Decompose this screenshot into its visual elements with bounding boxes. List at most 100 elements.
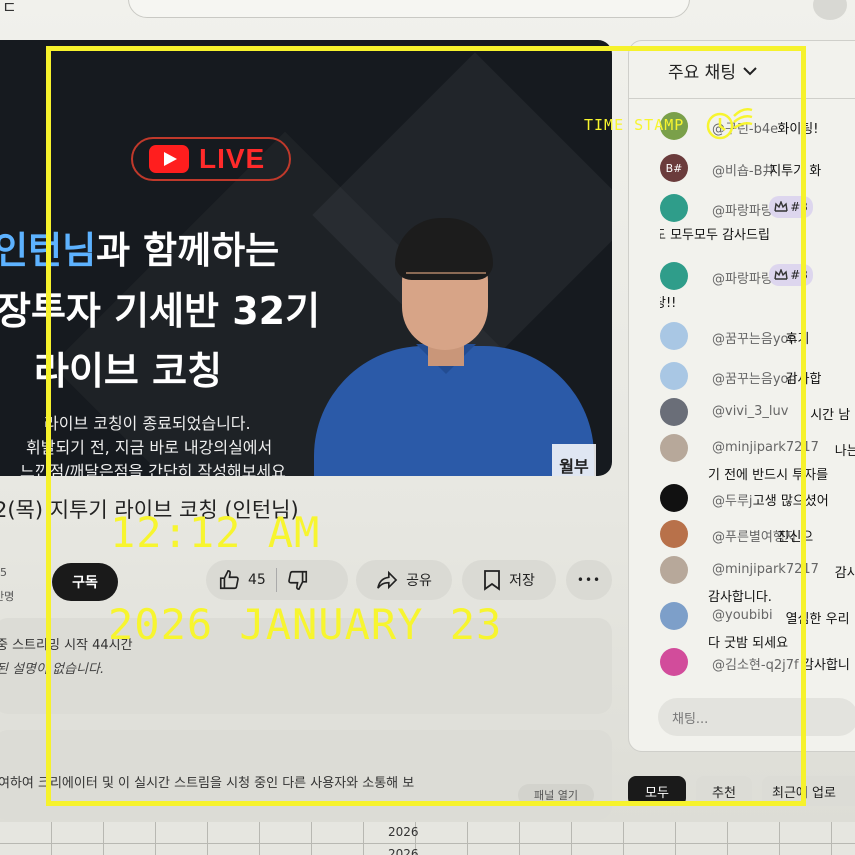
- share-button[interactable]: 공유: [356, 560, 452, 600]
- sheet-cell: 2026: [388, 825, 419, 839]
- chat-author[interactable]: @꿈꾸는음yon: [712, 368, 797, 387]
- thumbnail-subtitle-line1: 라이브 코칭이 종료되었습니다.: [44, 414, 251, 433]
- chat-avatar[interactable]: [660, 362, 688, 390]
- overlay-stamp-label: TIME STAMP: [584, 116, 685, 134]
- sheet-cell: 2026: [388, 847, 419, 855]
- chat-message: @minjipark7217 나는기 전에 반드시 투자를: [660, 434, 855, 486]
- chat-message: @파랑파랑8#3당!!: [660, 262, 855, 314]
- bookmark-icon: [484, 570, 501, 591]
- crown-icon: [774, 269, 788, 280]
- spreadsheet-strip: [0, 822, 855, 855]
- chat-info-text: 여하여 크리에이터 및 이 실시간 스트림을 시청 중인 다른 사용자와 소통해…: [0, 776, 415, 791]
- live-badge: LIVE: [131, 137, 291, 181]
- chat-author[interactable]: @김소현-q2j7f: [712, 654, 799, 673]
- chat-avatar[interactable]: [660, 194, 688, 222]
- youtube-logo-icon: [149, 145, 189, 173]
- chat-text: 고생 많으셨어: [752, 494, 829, 509]
- chat-text: 열심한 우리: [785, 612, 850, 627]
- chat-avatar[interactable]: B#: [660, 154, 688, 182]
- chat-author[interactable]: @꿈꾸는음yon: [712, 328, 797, 347]
- chat-text-continued: 당!!: [660, 296, 677, 311]
- channel-name[interactable]: 5: [0, 566, 7, 579]
- chat-text: 진신으: [777, 530, 814, 545]
- chat-author[interactable]: @minjipark7217: [712, 562, 819, 577]
- chat-avatar[interactable]: [660, 434, 688, 462]
- subscribe-button[interactable]: 구독: [52, 563, 118, 601]
- app-glyph: ㄷ: [2, 0, 17, 17]
- save-button[interactable]: 저장: [462, 560, 556, 600]
- chat-avatar[interactable]: [660, 602, 688, 630]
- like-divider: [275, 568, 277, 592]
- chat-message: @김소현-q2j7f 감사합니: [660, 648, 855, 700]
- filter-chip-all[interactable]: 모두: [628, 776, 686, 806]
- thumbnail-title-line3: 라이브 코칭: [34, 349, 223, 393]
- member-badge: #3: [769, 196, 813, 218]
- chat-author[interactable]: @minjipark7217: [712, 440, 819, 455]
- save-label: 저장: [509, 573, 535, 589]
- live-label: LIVE: [199, 143, 266, 174]
- chat-text: 감사: [834, 566, 855, 581]
- chat-avatar[interactable]: [660, 648, 688, 676]
- clock-icon: [706, 108, 753, 140]
- chat-text: 시간 남: [810, 408, 851, 423]
- thumbnail-subtitle-line3: 느낀점/깨달은점을 간단히 작성해보세요: [20, 462, 286, 476]
- chat-avatar[interactable]: [660, 262, 688, 290]
- like-count: 45: [248, 572, 266, 588]
- presenter-image: [280, 216, 610, 476]
- open-panel-button[interactable]: 패널 열기: [518, 784, 594, 806]
- thumbnail-title-highlight: 인턴님: [0, 229, 97, 272]
- channel-watermark: 월부: [552, 444, 596, 476]
- chat-divider: [628, 98, 855, 99]
- crown-icon: [774, 201, 788, 212]
- chat-text: 후기: [785, 332, 810, 347]
- share-label: 공유: [406, 573, 432, 589]
- chat-avatar[interactable]: [660, 484, 688, 512]
- chat-header-label: 주요 채팅: [668, 63, 736, 83]
- share-icon: [377, 570, 398, 590]
- thumbnail-title-line2: 장투자 기세반 32기: [0, 289, 321, 333]
- chat-text: 나는: [834, 444, 855, 459]
- more-icon: •••: [576, 573, 602, 587]
- chat-text: 감사합니: [802, 658, 850, 673]
- chat-author[interactable]: @두루j: [712, 490, 753, 509]
- chat-avatar[interactable]: [660, 556, 688, 584]
- chat-author[interactable]: @비숍-B井: [712, 160, 776, 179]
- thumbnail-title-rest: 과 함께하는: [96, 229, 280, 272]
- like-button[interactable]: 45: [206, 569, 266, 591]
- thumbnail-subtitle-line2: 휘발되기 전, 지금 바로 내강의실에서: [26, 438, 273, 457]
- chat-text-continued: 기 전에 반드시 투자를: [708, 468, 829, 483]
- chat-mode-selector[interactable]: 주요 채팅: [668, 58, 758, 83]
- chat-avatar[interactable]: [660, 322, 688, 350]
- chat-text: 지투기 화: [769, 164, 822, 179]
- chat-avatar[interactable]: [660, 520, 688, 548]
- member-badge-label: #3: [790, 200, 808, 214]
- chat-avatar[interactable]: [660, 398, 688, 426]
- dislike-button[interactable]: [287, 569, 309, 591]
- member-badge-label: #3: [790, 268, 808, 282]
- description-text: 된 설명이 없습니다.: [0, 662, 105, 677]
- filter-chip-latest[interactable]: 최근에 업로: [762, 776, 855, 806]
- account-avatar[interactable]: [813, 0, 847, 20]
- chat-text: 감사합: [785, 372, 822, 387]
- member-badge: #3: [769, 264, 813, 286]
- filter-chip-recommended[interactable]: 추천: [696, 776, 752, 806]
- subscriber-count: 만명: [0, 590, 15, 603]
- chevron-down-icon: [743, 66, 757, 75]
- chat-text: 화이팅!: [777, 122, 819, 137]
- thumbs-down-icon: [287, 570, 307, 590]
- search-bar[interactable]: [128, 0, 690, 18]
- chat-input[interactable]: 채팅...: [658, 698, 855, 736]
- chat-author[interactable]: @vivi_3_luv: [712, 404, 788, 419]
- overlay-date: 2026 JANUARY 23: [108, 600, 503, 649]
- thumbnail-title-line1: 인턴님과 함께하는: [0, 220, 279, 274]
- overlay-time: 12:12 AM: [110, 508, 321, 557]
- chat-message: @파랑파랑8 #3 도 모두모두 감사드립: [660, 194, 855, 246]
- more-actions-button[interactable]: •••: [566, 560, 612, 600]
- thumbs-up-icon: [219, 570, 239, 590]
- chat-message: @youbibi 열심한 우리 다 굿밤 되세요: [660, 602, 855, 654]
- chat-text-continued: 도 모두모두 감사드립: [660, 228, 770, 243]
- video-player[interactable]: LIVE 인턴님과 함께하는 장투자 기세반 32기 라이브 코칭 라이브 코칭…: [0, 40, 612, 476]
- chat-message: @minjipark7217 감사 감사합니다.: [660, 556, 855, 608]
- like-dislike-group: 45: [206, 560, 348, 600]
- chat-author[interactable]: @youbibi: [712, 608, 773, 623]
